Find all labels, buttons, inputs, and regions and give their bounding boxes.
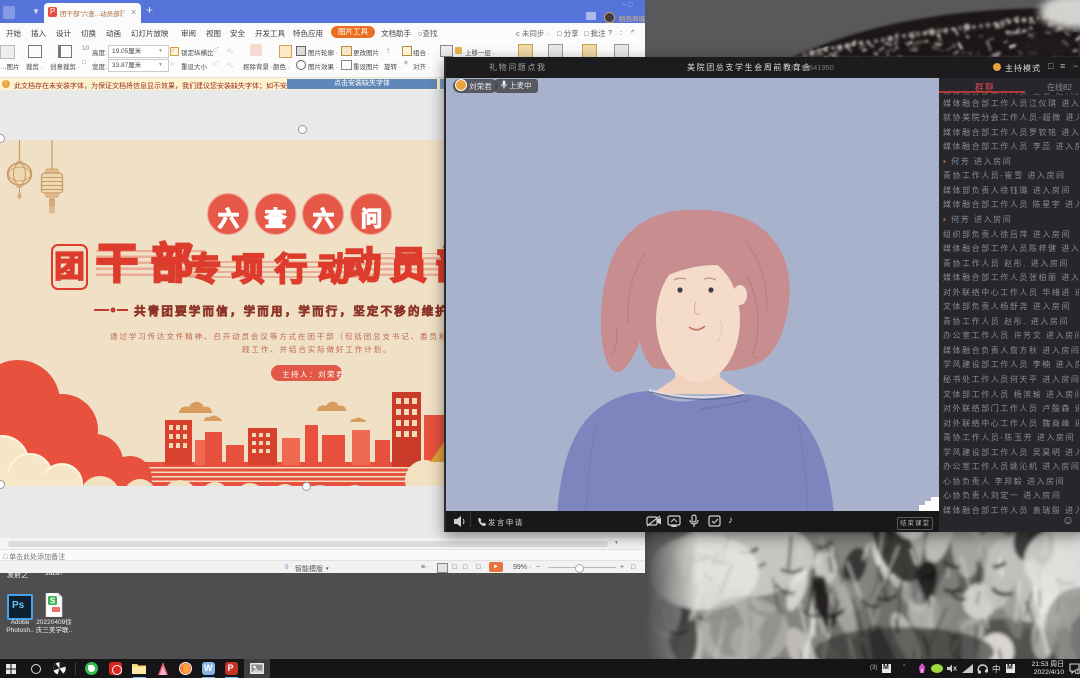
svg-text:1: 1 <box>1076 669 1079 674</box>
svg-text:S: S <box>50 597 56 606</box>
